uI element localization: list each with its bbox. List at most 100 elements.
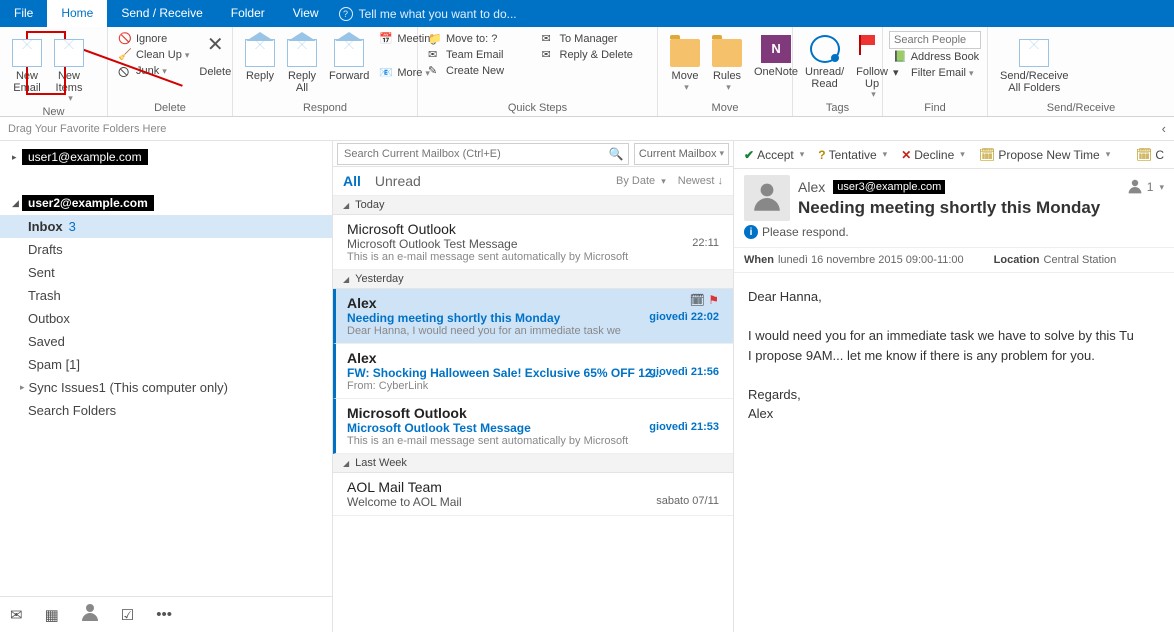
quick-create-button[interactable]: ✎Create New — [424, 63, 538, 79]
group-header[interactable]: Today — [333, 196, 733, 215]
nav-folder-spam-1-[interactable]: Spam [1] — [0, 353, 332, 376]
message-item[interactable]: AOL Mail TeamWelcome to AOL Mailsabato 0… — [333, 473, 733, 516]
people-icon — [1128, 180, 1142, 194]
ignore-icon: 🚫 — [118, 32, 132, 46]
message-subject: Needing meeting shortly this Monday — [798, 198, 1164, 218]
group-label-tags: Tags — [799, 100, 876, 114]
new-email-button[interactable]: New Email — [6, 31, 48, 94]
group-label-sendrecv: Send/Receive — [994, 100, 1168, 114]
nav-switcher: ✉ ▦ ☑ ••• — [0, 596, 332, 632]
reading-pane: ✔Accept▾ ?Tentative▾ ✕Decline▾ 🗓Propose … — [734, 141, 1174, 632]
folder-icon: 📁 — [428, 32, 442, 46]
account-1[interactable]: ▸user1@example.com — [0, 141, 332, 169]
mail-view-icon[interactable]: ✉ — [10, 606, 23, 624]
unread-read-button[interactable]: Unread/ Read — [799, 31, 850, 90]
envelope-stack-icon — [54, 39, 84, 67]
meeting-meta: Whenlunedì 16 novembre 2015 09:00-11:00 … — [734, 248, 1174, 273]
reply-all-button[interactable]: Reply All — [281, 31, 323, 94]
tell-me-search[interactable]: ? Tell me what you want to do... — [333, 0, 517, 27]
sendrecv-icon — [1019, 39, 1049, 67]
folder-nav: ▸user1@example.com ◢user2@example.com In… — [0, 141, 333, 632]
nav-folder-trash[interactable]: Trash — [0, 284, 332, 307]
create-icon: ✎ — [428, 64, 442, 78]
quick-replydel-button[interactable]: ✉Reply & Delete — [538, 47, 652, 63]
title-bar: File Home Send / Receive Folder View ? T… — [0, 0, 1174, 27]
folder-move-icon — [670, 39, 700, 67]
tab-file[interactable]: File — [0, 0, 47, 27]
tentative-button[interactable]: ?Tentative▾ — [814, 148, 891, 162]
nav-folder-sync-issues1-this-computer-only-[interactable]: Sync Issues1 (This computer only) — [0, 376, 332, 399]
collapse-nav-icon[interactable]: ‹ — [1162, 121, 1166, 136]
account-2[interactable]: ◢user2@example.com — [0, 187, 332, 215]
delete-button[interactable]: ✕ Delete — [193, 31, 237, 79]
bulb-icon: ? — [339, 7, 353, 21]
meeting-icon: 📅 — [379, 32, 393, 46]
filter-unread[interactable]: Unread — [375, 173, 421, 189]
main-area: ▸user1@example.com ◢user2@example.com In… — [0, 141, 1174, 632]
calendar-view-icon[interactable]: ▦ — [45, 606, 59, 624]
search-mailbox-input[interactable] — [337, 143, 629, 165]
search-scope-dropdown[interactable]: Current Mailbox▾ — [634, 143, 729, 165]
manager-icon: ✉ — [542, 32, 556, 46]
quick-move-button[interactable]: 📁Move to: ? — [424, 31, 538, 47]
ignore-button[interactable]: 🚫Ignore — [114, 31, 193, 47]
more-views-icon[interactable]: ••• — [156, 606, 172, 623]
unread-icon — [810, 35, 840, 63]
message-item[interactable]: AlexNeeding meeting shortly this MondayD… — [333, 289, 733, 344]
forward-icon — [334, 39, 364, 67]
replydel-icon: ✉ — [542, 48, 556, 62]
meeting-response-bar: ✔Accept▾ ?Tentative▾ ✕Decline▾ 🗓Propose … — [734, 141, 1174, 169]
rules-button[interactable]: Rules▾ — [706, 31, 748, 92]
nav-folder-outbox[interactable]: Outbox — [0, 307, 332, 330]
broom-icon: 🧹 — [118, 48, 132, 62]
address-book-button[interactable]: 📗Address Book — [889, 49, 981, 65]
message-item[interactable]: Microsoft OutlookMicrosoft Outlook Test … — [333, 215, 733, 270]
reading-header: Alex user3@example.com 1▾ Needing meetin… — [734, 169, 1174, 248]
more-icon: 📧 — [379, 66, 393, 80]
group-label-respond: Respond — [239, 100, 411, 114]
nav-folder-drafts[interactable]: Drafts — [0, 238, 332, 261]
nav-folder-search-folders[interactable]: Search Folders — [0, 399, 332, 422]
reply-button[interactable]: Reply — [239, 31, 281, 83]
send-receive-all-button[interactable]: Send/Receive All Folders — [994, 31, 1075, 94]
flag-icon — [857, 35, 887, 63]
propose-button[interactable]: 🗓Propose New Time▾ — [975, 147, 1114, 163]
quick-team-button[interactable]: ✉Team Email — [424, 47, 538, 63]
calendar-icon: 🗓 — [690, 293, 705, 307]
view-calendar-button[interactable]: 🗓C — [1132, 147, 1168, 163]
quick-manager-button[interactable]: ✉To Manager — [538, 31, 652, 47]
tab-view[interactable]: View — [279, 0, 333, 27]
filter-email-button[interactable]: ▾Filter Email▾ — [889, 65, 981, 81]
sort-newest[interactable]: Newest ↓ — [678, 175, 723, 187]
tasks-view-icon[interactable]: ☑ — [121, 606, 134, 624]
group-header[interactable]: Yesterday — [333, 270, 733, 289]
favorites-bar[interactable]: Drag Your Favorite Folders Here ‹ — [0, 117, 1174, 141]
sort-bydate[interactable]: By Date ▾ — [616, 175, 666, 187]
new-items-button[interactable]: New Items▾ — [48, 31, 90, 104]
people-view-icon[interactable] — [81, 604, 99, 626]
nav-folder-inbox[interactable]: Inbox3 — [0, 215, 332, 238]
ribbon: New Email New Items▾ New 🚫Ignore 🧹Clean … — [0, 27, 1174, 117]
flag-icon: ⚑ — [708, 293, 719, 307]
tab-send-receive[interactable]: Send / Receive — [107, 0, 216, 27]
message-item[interactable]: AlexFW: Shocking Halloween Sale! Exclusi… — [333, 344, 733, 399]
rules-icon — [712, 39, 742, 67]
decline-button[interactable]: ✕Decline▾ — [897, 148, 969, 162]
nav-folder-saved[interactable]: Saved — [0, 330, 332, 353]
recipients-button[interactable]: 1▾ — [1126, 178, 1164, 196]
reply-all-icon — [287, 39, 317, 67]
nav-folder-sent[interactable]: Sent — [0, 261, 332, 284]
accept-button[interactable]: ✔Accept▾ — [740, 148, 808, 162]
filter-all[interactable]: All — [343, 173, 361, 189]
group-header[interactable]: Last Week — [333, 454, 733, 473]
search-people-input[interactable] — [889, 31, 981, 49]
message-list-pane: 🔍 Current Mailbox▾ All Unread By Date ▾ … — [333, 141, 734, 632]
forward-button[interactable]: Forward — [323, 31, 375, 83]
move-button[interactable]: Move▾ — [664, 31, 706, 92]
tab-folder[interactable]: Folder — [217, 0, 279, 27]
cleanup-button[interactable]: 🧹Clean Up▾ — [114, 47, 193, 63]
filter-icon: ▾ — [893, 66, 907, 80]
tab-home[interactable]: Home — [47, 0, 107, 27]
reply-icon — [245, 39, 275, 67]
message-item[interactable]: Microsoft OutlookMicrosoft Outlook Test … — [333, 399, 733, 454]
